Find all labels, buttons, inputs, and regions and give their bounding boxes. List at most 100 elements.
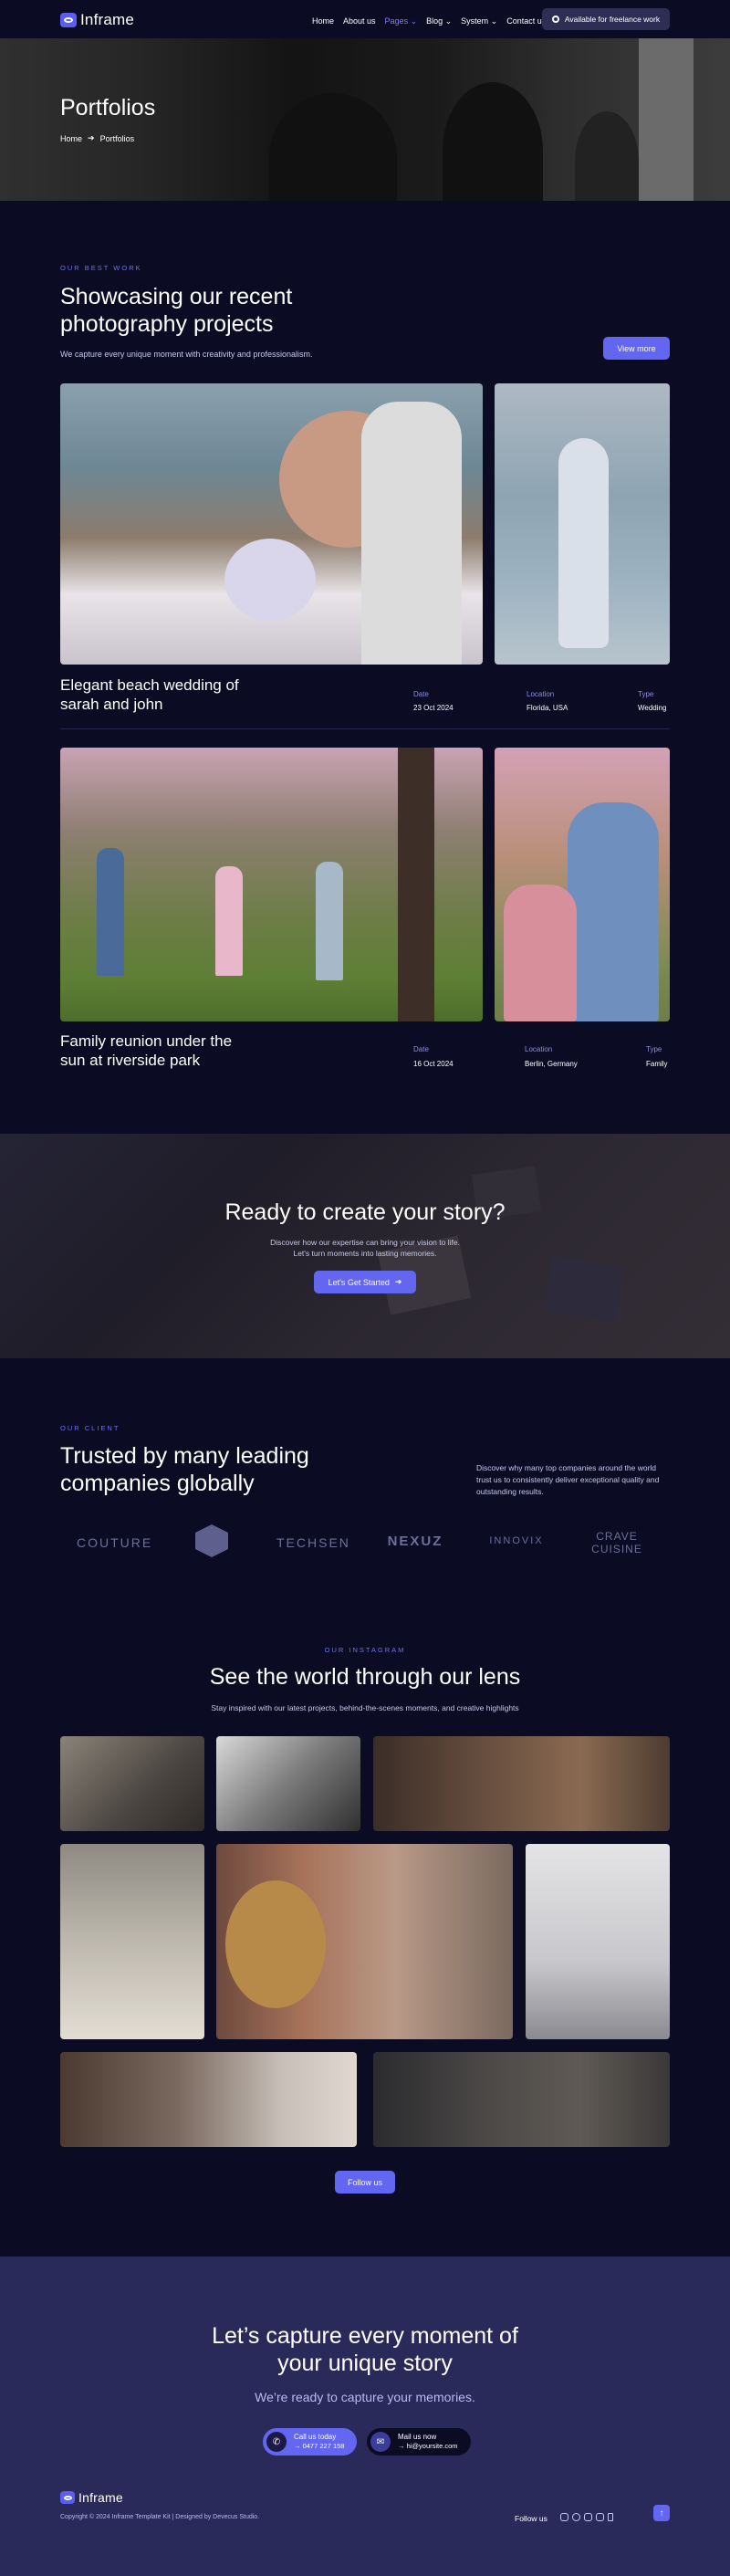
project-title-line1[interactable]: Family reunion under the [60, 1031, 232, 1051]
scroll-top-button[interactable]: ↑ [653, 2505, 670, 2521]
breadcrumb-home[interactable]: Home [60, 134, 82, 143]
logo-text: Inframe [80, 11, 135, 28]
call-us-text: Call us today → 0477 227 158 [294, 2433, 344, 2451]
breadcrumb-current: Portfolios [99, 133, 135, 143]
nav-pages[interactable]: Pages ⌄ [385, 16, 418, 26]
clients-title-line2: companies globally [60, 1471, 255, 1496]
project-image[interactable] [60, 748, 483, 1021]
photo-tree [398, 748, 434, 1021]
project-image[interactable] [60, 383, 483, 665]
instagram-photo[interactable] [216, 1736, 360, 1831]
meta-value: 23 Oct 2024 [413, 704, 454, 712]
clients-text: Discover why many top companies around t… [476, 1463, 660, 1496]
meta-value: Family [646, 1060, 668, 1068]
instagram-subtitle: Stay inspired with our latest projects, … [211, 1703, 519, 1712]
hero-banner: Portfolios Home ➔ Portfolios [0, 38, 730, 201]
copyright: Copyright © 2024 Inframe Template Kit | … [60, 2514, 260, 2520]
cta-text-line1: Discover how our expertise can bring you… [270, 1238, 460, 1247]
available-button[interactable]: Available for freelance work [542, 8, 670, 30]
photo-subject [316, 862, 343, 980]
project-title-line2[interactable]: sarah and john [60, 695, 162, 714]
project-title-line1[interactable]: Elegant beach wedding of [60, 675, 239, 695]
cta-banner: Ready to create your story? Discover how… [0, 1134, 730, 1358]
meta-label: Date [413, 1045, 429, 1053]
main-menu: Home About us Pages ⌄ Blog ⌄ System ⌄ Co… [312, 16, 546, 26]
footer: Let’s capture every moment of your uniqu… [0, 2257, 730, 2576]
clients-eyebrow: OUR CLIENT [60, 1424, 120, 1432]
follow-us-button[interactable]: Follow us [335, 2171, 395, 2194]
instagram-photo[interactable] [60, 1844, 204, 2039]
footer-logo-text: Inframe [78, 2490, 123, 2505]
arrow-right-icon: ➔ [88, 133, 95, 142]
instagram-eyebrow: OUR INSTAGRAM [324, 1646, 406, 1654]
meta-value: Wedding [638, 704, 667, 712]
mail-us-address: → hi@yoursite.com [398, 2442, 458, 2450]
photo-bouquet [224, 539, 316, 621]
available-label: Available for freelance work [564, 15, 661, 24]
work-subtitle: We capture every unique moment with crea… [60, 350, 313, 359]
client-logo-innovix: INNOVIX [489, 1535, 544, 1546]
work-title-line2: photography projects [60, 311, 274, 337]
logo-icon [60, 2491, 75, 2504]
meta-value: 16 Oct 2024 [413, 1060, 454, 1068]
get-started-button[interactable]: Let's Get Started ➔ [314, 1271, 416, 1293]
footer-follow-label: Follow us [515, 2514, 548, 2523]
phone-icon[interactable] [608, 2513, 613, 2521]
nav-about[interactable]: About us [343, 16, 376, 26]
footer-title-line2: your unique story [277, 2351, 453, 2376]
project-title-line2[interactable]: sun at riverside park [60, 1051, 200, 1070]
call-us-label: Call us today [294, 2433, 337, 2441]
client-logo-techsen: TECHSEN [276, 1535, 350, 1550]
project-image[interactable] [495, 748, 670, 1021]
work-title-line1: Showcasing our recent [60, 284, 293, 309]
nav-blog[interactable]: Blog ⌄ [426, 16, 452, 26]
phone-icon: ✆ [266, 2432, 287, 2452]
photo-reflector [225, 1880, 326, 2008]
social-icons [557, 2513, 613, 2521]
nav-home[interactable]: Home [312, 16, 334, 26]
meta-label: Location [527, 690, 555, 698]
meta-label: Date [413, 690, 429, 698]
linkedin-icon[interactable] [596, 2513, 604, 2521]
instagram-title: See the world through our lens [209, 1664, 521, 1690]
mail-us-label: Mail us now [398, 2433, 437, 2441]
call-us-number: → 0477 227 158 [294, 2442, 345, 2450]
nav-system[interactable]: System ⌄ [461, 16, 497, 26]
cta-title: Ready to create your story? [224, 1199, 506, 1225]
view-more-button[interactable]: View more [603, 337, 670, 360]
meta-value: Florida, USA [527, 704, 568, 712]
instagram-photo[interactable] [216, 1844, 513, 2039]
meta-label: Type [638, 690, 654, 698]
mail-icon: ✉ [370, 2432, 391, 2452]
facebook-icon[interactable] [572, 2513, 580, 2521]
logo[interactable]: Inframe [60, 11, 134, 29]
project-image[interactable] [495, 383, 670, 665]
client-logo-hexagon [195, 1524, 228, 1557]
instagram-photo[interactable] [60, 2052, 357, 2147]
mail-us-text: Mail us now → hi@yoursite.com [398, 2433, 458, 2451]
photo-subject [97, 848, 124, 976]
photo-subject [558, 438, 609, 648]
meta-label: Type [646, 1045, 662, 1053]
meta-label: Location [525, 1045, 553, 1053]
footer-logo[interactable]: Inframe [60, 2490, 123, 2505]
client-logo-nexuz: NEXUZ [387, 1534, 443, 1549]
youtube-icon[interactable] [584, 2513, 592, 2521]
arrow-up-icon: ↑ [659, 2508, 664, 2518]
call-us-button[interactable]: ✆ Call us today → 0477 227 158 [263, 2428, 358, 2456]
cta-text-line2: Let's turn moments into lasting memories… [293, 1249, 437, 1258]
mail-us-button[interactable]: ✉ Mail us now → hi@yoursite.com [367, 2428, 471, 2456]
meta-value: Berlin, Germany [525, 1060, 578, 1068]
arrow-right-icon: ➔ [394, 1277, 402, 1286]
instagram-photo[interactable] [526, 1844, 670, 2039]
instagram-photo[interactable] [373, 1736, 670, 1831]
photo-subject [361, 402, 462, 665]
nav-contact[interactable]: Contact us [506, 16, 546, 26]
navbar: Inframe Home About us Pages ⌄ Blog ⌄ Sys… [0, 0, 730, 38]
photo-subject [504, 885, 577, 1021]
instagram-photo[interactable] [60, 1736, 204, 1831]
instagram-icon[interactable] [560, 2513, 568, 2521]
get-started-label: Let's Get Started [328, 1277, 390, 1287]
footer-title-line1: Let’s capture every moment of [212, 2323, 518, 2349]
instagram-photo[interactable] [373, 2052, 670, 2147]
